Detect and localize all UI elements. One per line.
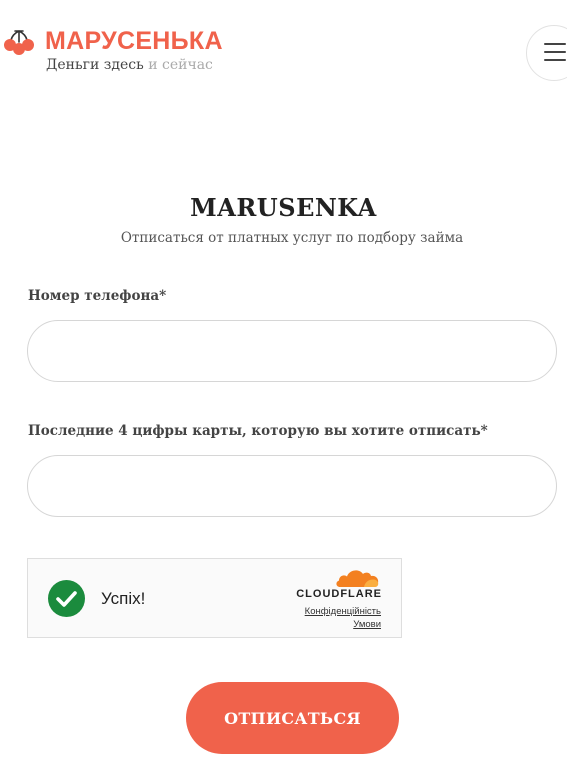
card-digits-label: Последние 4 цифры карты, которую вы хоти… [28, 423, 488, 439]
card-digits-input[interactable] [27, 455, 557, 517]
unsubscribe-button[interactable]: ОТПИСАТЬСЯ [186, 682, 399, 754]
tagline-main: Деньги здесь [46, 57, 144, 73]
tagline-muted: и сейчас [148, 57, 213, 73]
phone-label: Номер телефона* [28, 288, 167, 304]
captcha-status: Успіх! [101, 589, 146, 608]
tagline: Деньги здесь и сейчас [46, 57, 213, 73]
cloudflare-logo-text: CLOUDFLARE [296, 588, 382, 600]
site-header: МАРУСЕНЬКА Деньги здесь и сейчас [0, 0, 567, 100]
page-subtitle: Отписаться от платных услуг по подбору з… [120, 230, 464, 246]
phone-input[interactable] [27, 320, 557, 382]
brand-name[interactable]: МАРУСЕНЬКА [45, 27, 223, 56]
page-title: MARUSENKA [190, 193, 377, 222]
rowan-berries-icon [4, 30, 34, 55]
privacy-link[interactable]: Конфіденційність [305, 606, 381, 617]
terms-link[interactable]: Умови [353, 619, 381, 630]
menu-button[interactable] [526, 25, 567, 81]
cloudflare-captcha[interactable]: Успіх! CLOUDFLARE Конфіденційність Умови [27, 558, 402, 638]
check-icon [48, 580, 85, 617]
cloudflare-cloud-icon [336, 570, 379, 587]
